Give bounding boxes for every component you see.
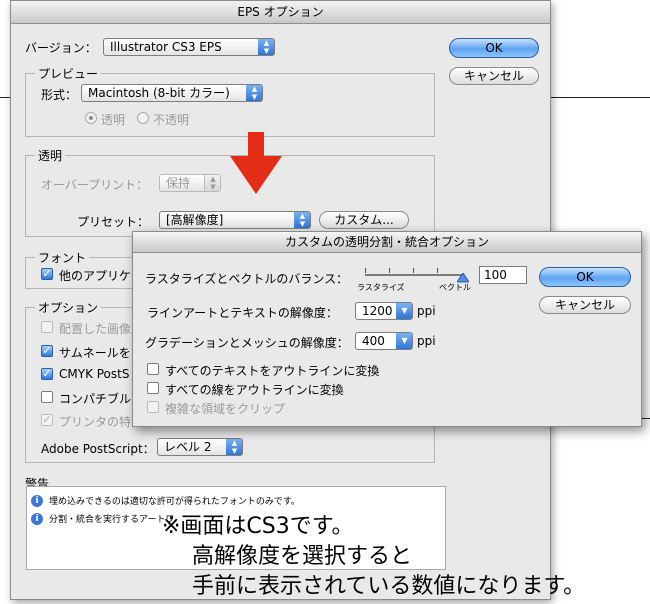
balance-slider-track[interactable] bbox=[365, 274, 463, 276]
embed-font-label: 他のアプリケ bbox=[59, 269, 132, 283]
gradient-label: グラデーションとメッシュの解像度： bbox=[145, 336, 349, 350]
gradient-unit: ppi bbox=[417, 334, 436, 348]
radio-transparent[interactable] bbox=[85, 112, 97, 124]
clip-complex-label: 複雑な領域をクリップ bbox=[165, 402, 286, 416]
compatible-label: コンパチブル bbox=[59, 392, 132, 406]
gradient-combo[interactable]: 400 ▼ bbox=[355, 332, 413, 350]
window-title: EPS オプション bbox=[11, 1, 550, 24]
line-art-value: 1200 bbox=[362, 304, 393, 318]
radio-opaque-label: 不透明 bbox=[153, 113, 190, 127]
stroke-outline-label: すべての線をアウトラインに変換 bbox=[165, 383, 344, 397]
stroke-outline-checkbox[interactable] bbox=[147, 382, 159, 394]
postscript-label: Adobe PostScript： bbox=[41, 442, 155, 456]
options-group-title: オプション bbox=[35, 299, 102, 316]
radio-transparent-label: 透明 bbox=[101, 113, 126, 127]
chevron-updown-icon: ▲ ▼ bbox=[294, 212, 310, 228]
dialog-cancel-button[interactable]: キャンセル bbox=[539, 296, 631, 314]
overprint-select[interactable]: 保持 ▲ ▼ bbox=[159, 174, 221, 192]
slider-right-label: ベクトル bbox=[439, 283, 471, 292]
cancel-button[interactable]: キャンセル bbox=[449, 67, 539, 85]
page-rule-right bbox=[551, 97, 650, 98]
info-icon: i bbox=[31, 495, 43, 507]
radio-opaque[interactable] bbox=[137, 112, 149, 124]
preview-group-title: プレビュー bbox=[35, 65, 102, 82]
slider-tick bbox=[413, 268, 414, 273]
thumbnail-label: サムネールを bbox=[59, 346, 131, 360]
chevron-updown-icon: ▲ ▼ bbox=[258, 39, 274, 55]
gradient-value: 400 bbox=[362, 334, 385, 348]
cmyk-checkbox[interactable]: ✓ bbox=[41, 368, 53, 380]
chevron-updown-icon: ▲ ▼ bbox=[226, 439, 242, 455]
custom-button[interactable]: カスタム... bbox=[319, 211, 409, 229]
embed-font-checkbox[interactable]: ✓ bbox=[41, 268, 53, 280]
red-down-arrow-icon bbox=[230, 132, 282, 194]
slider-tick bbox=[365, 268, 366, 273]
transparency-group-title: 透明 bbox=[35, 147, 66, 164]
printer-label: プリンタの特 bbox=[59, 415, 132, 429]
slider-tick bbox=[437, 268, 438, 273]
slider-tick bbox=[389, 268, 390, 273]
version-label: バージョン： bbox=[25, 41, 97, 55]
compatible-checkbox[interactable] bbox=[41, 391, 53, 403]
overprint-label: オーバープリント： bbox=[41, 178, 149, 192]
chevron-updown-icon: ▲ ▼ bbox=[246, 85, 262, 101]
custom-flattener-dialog: カスタムの透明分割・統合オプション ラスタライズとベクトルのバランス： ラスタラ… bbox=[132, 231, 642, 427]
text-outline-label: すべてのテキストをアウトラインに変換 bbox=[165, 364, 380, 378]
version-select[interactable]: Illustrator CS3 EPS ▲ ▼ bbox=[103, 38, 275, 56]
cmyk-label: CMYK PostS bbox=[59, 367, 130, 381]
dialog-ok-button[interactable]: OK bbox=[539, 267, 631, 287]
preview-group bbox=[25, 73, 435, 137]
linked-files-label: 配置した画像 bbox=[59, 322, 132, 336]
info-icon: i bbox=[31, 513, 43, 525]
font-group-title: フォント bbox=[35, 249, 90, 266]
line-art-label: ラインアートとテキストの解像度： bbox=[147, 306, 338, 320]
warning-item: 埋め込みできるのは適切な許可が得られたフォントのみです。 bbox=[49, 497, 300, 507]
format-label: 形式： bbox=[41, 88, 78, 102]
dialog-title: カスタムの透明分割・統合オプション bbox=[133, 232, 641, 253]
linked-files-checkbox[interactable] bbox=[41, 321, 53, 333]
version-value: Illustrator CS3 EPS bbox=[110, 40, 222, 54]
ok-button[interactable]: OK bbox=[449, 38, 539, 58]
postscript-select[interactable]: レベル 2 ▲ ▼ bbox=[157, 438, 243, 456]
chevron-down-icon: ▼ bbox=[396, 303, 412, 319]
line-art-unit: ppi bbox=[417, 304, 436, 318]
thumbnail-checkbox[interactable]: ✓ bbox=[41, 345, 53, 357]
chevron-updown-icon: ▲ ▼ bbox=[204, 175, 220, 191]
annotation-line-3: 手前に表示されている数値になります。 bbox=[192, 574, 586, 599]
preset-select[interactable]: [高解像度] ▲ ▼ bbox=[159, 211, 311, 229]
preset-value: [高解像度] bbox=[166, 213, 224, 227]
annotation-line-2: 高解像度を選択すると bbox=[192, 544, 413, 569]
balance-label: ラスタライズとベクトルのバランス： bbox=[145, 272, 349, 286]
preset-label: プリセット： bbox=[77, 215, 150, 229]
clip-complex-checkbox[interactable] bbox=[147, 401, 159, 413]
format-value: Macintosh (8-bit カラー) bbox=[88, 86, 230, 100]
text-outline-checkbox[interactable] bbox=[147, 363, 159, 375]
overprint-value: 保持 bbox=[166, 176, 191, 190]
annotation-line-1: ※画面はCS3です。 bbox=[162, 514, 354, 539]
slider-left-label: ラスタライズ bbox=[357, 283, 405, 292]
line-art-combo[interactable]: 1200 ▼ bbox=[355, 302, 413, 320]
printer-checkbox[interactable]: ✓ bbox=[41, 414, 53, 426]
chevron-down-icon: ▼ bbox=[396, 333, 412, 349]
balance-input[interactable]: 100 bbox=[479, 266, 527, 284]
format-select[interactable]: Macintosh (8-bit カラー) ▲ ▼ bbox=[81, 84, 263, 102]
warning-item: 分割・統合を実行するアートワ bbox=[49, 515, 175, 525]
postscript-value: レベル 2 bbox=[164, 440, 212, 454]
